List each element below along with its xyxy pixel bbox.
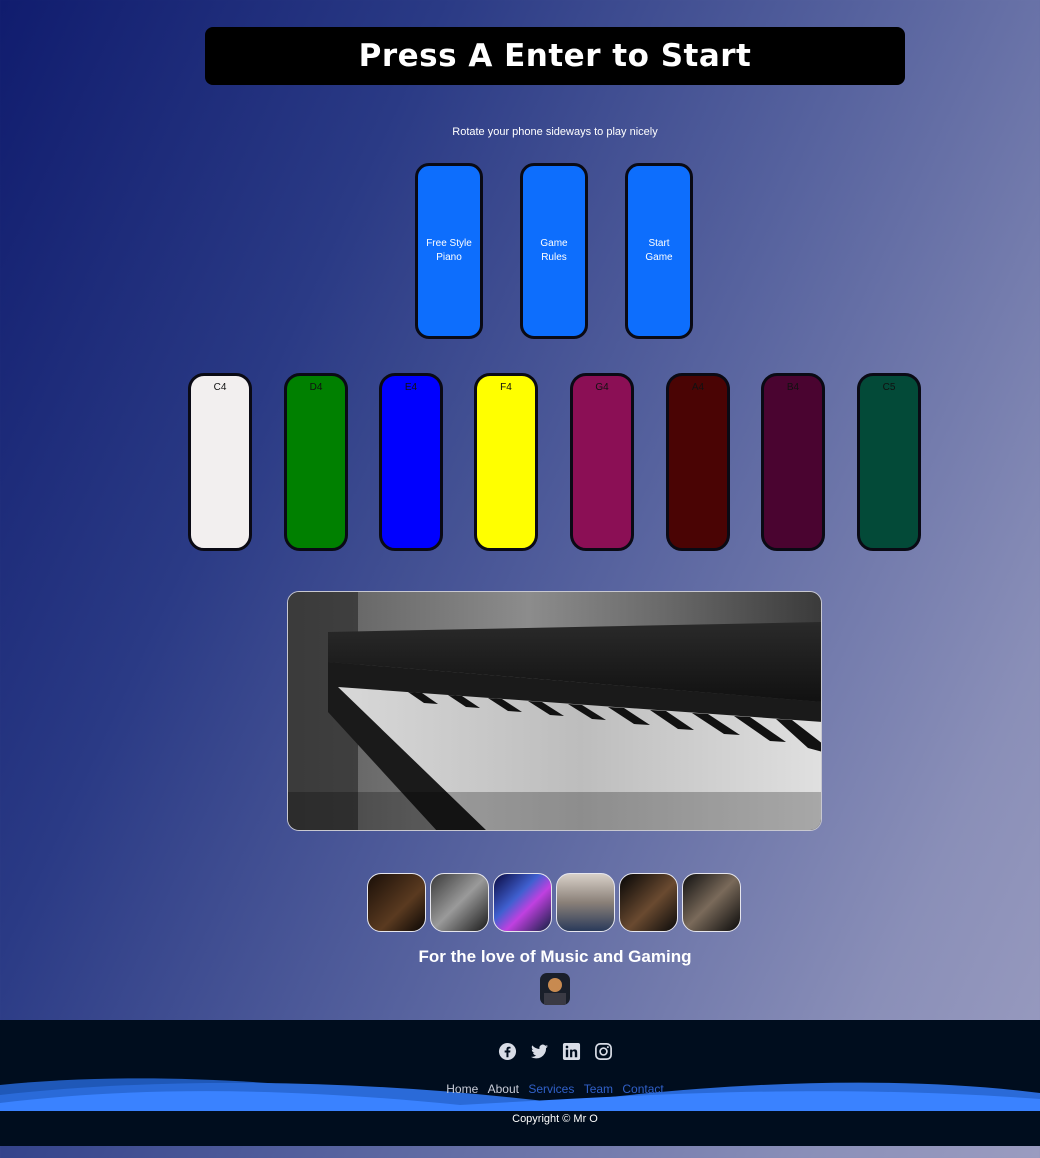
avatar (540, 973, 570, 1005)
footer-link-about[interactable]: About (488, 1082, 519, 1096)
piano-key-e4[interactable]: E4 (379, 373, 443, 551)
twitter-icon[interactable] (530, 1042, 549, 1061)
linkedin-icon[interactable] (562, 1042, 581, 1061)
piano-key-b4[interactable]: B4 (761, 373, 825, 551)
site-footer: Home About Services Team Contact Copyrig… (0, 1020, 1040, 1146)
free-style-piano-button[interactable]: Free Style Piano (415, 163, 483, 339)
game-rules-button[interactable]: Game Rules (520, 163, 588, 339)
piano-key-d4[interactable]: D4 (284, 373, 348, 551)
thumbnail-image[interactable] (430, 873, 489, 932)
piano-key-f4[interactable]: F4 (474, 373, 538, 551)
piano-key-g4[interactable]: G4 (570, 373, 634, 551)
start-game-button[interactable]: Start Game (625, 163, 693, 339)
social-links (0, 1042, 1040, 1061)
footer-link-team[interactable]: Team (584, 1082, 613, 1096)
piano-key-a4[interactable]: A4 (666, 373, 730, 551)
footer-link-home[interactable]: Home (446, 1082, 478, 1096)
footer-link-contact[interactable]: Contact (622, 1082, 663, 1096)
thumbnail-image[interactable] (367, 873, 426, 932)
thumbnail-image[interactable] (619, 873, 678, 932)
piano-key-c4[interactable]: C4 (188, 373, 252, 551)
instagram-icon[interactable] (594, 1042, 613, 1061)
rotate-hint: Rotate your phone sideways to play nicel… (452, 126, 658, 138)
facebook-icon[interactable] (498, 1042, 517, 1061)
piano-hero-image (287, 591, 822, 831)
footer-nav: Home About Services Team Contact (0, 1082, 1040, 1096)
footer-link-services[interactable]: Services (528, 1082, 574, 1096)
start-banner: Press A Enter to Start (205, 27, 905, 85)
thumbnail-image[interactable] (556, 873, 615, 932)
thumbnail-image[interactable] (493, 873, 552, 932)
banner-title: Press A Enter to Start (358, 38, 752, 74)
copyright: Copyright © Mr O (512, 1113, 598, 1125)
tagline: For the love of Music and Gaming (418, 947, 692, 966)
thumbnail-image[interactable] (682, 873, 741, 932)
piano-key-c5[interactable]: C5 (857, 373, 921, 551)
